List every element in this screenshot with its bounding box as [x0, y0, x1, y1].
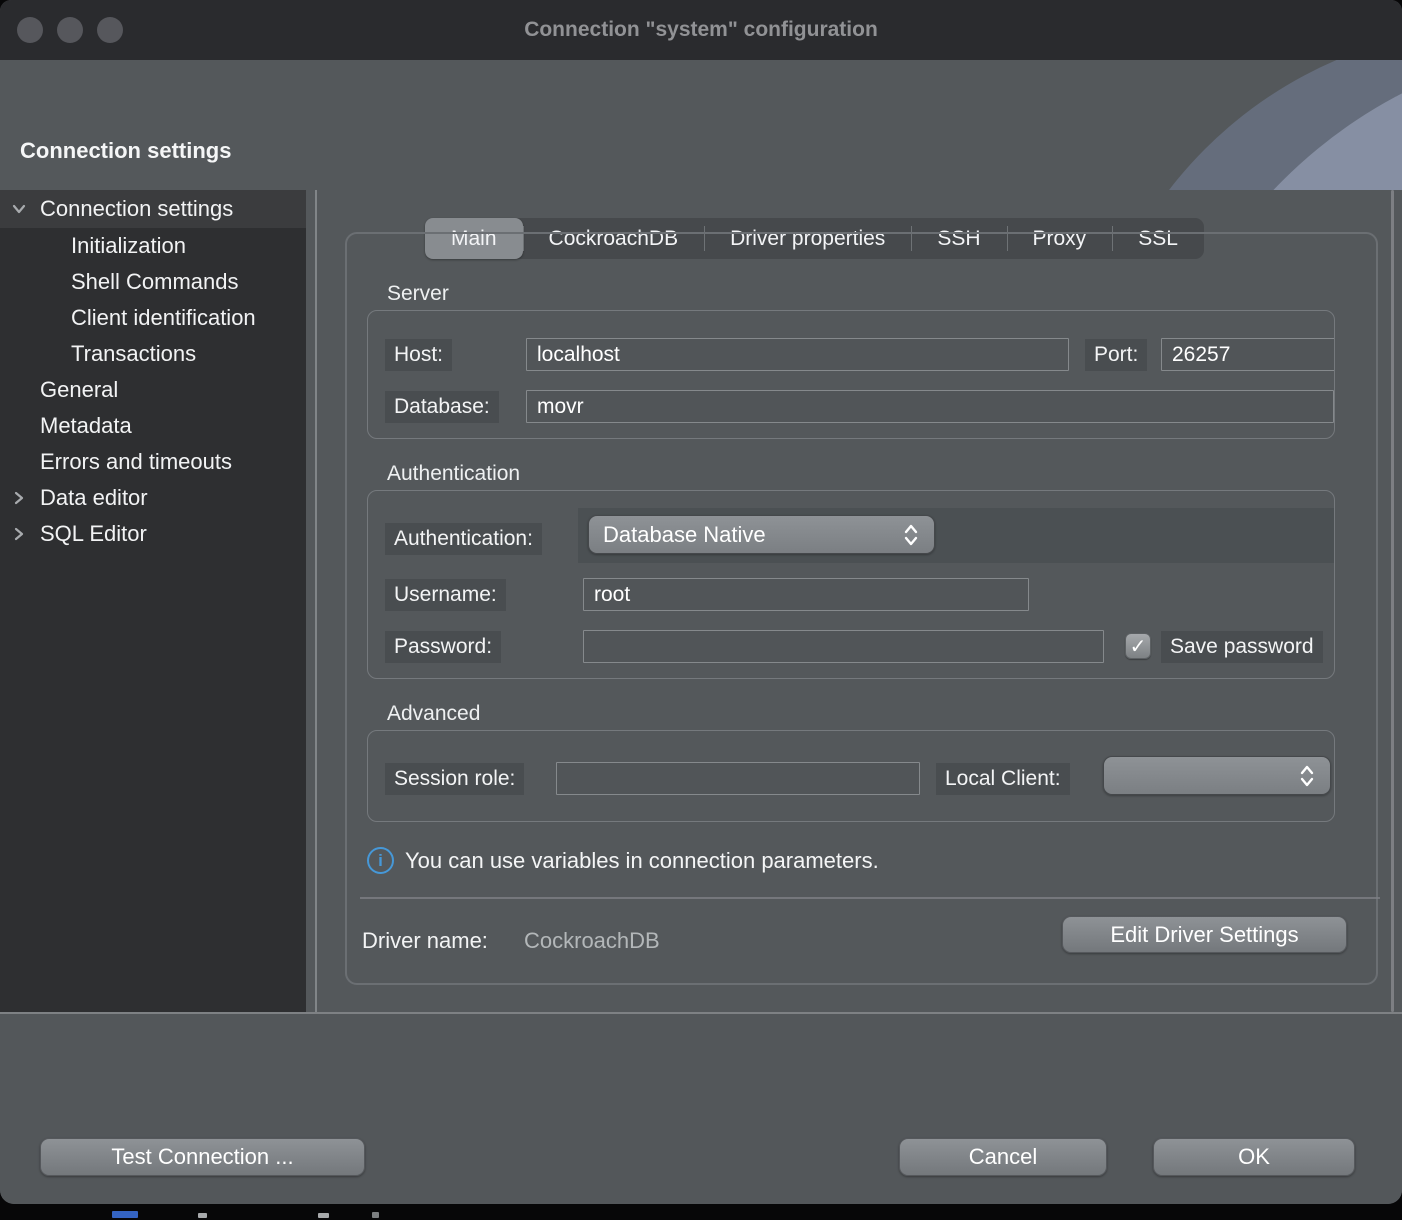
- ok-button[interactable]: OK: [1153, 1138, 1355, 1176]
- driver-name-value: CockroachDB: [524, 928, 660, 954]
- main-tab-panel: Server Host: Port: Database: Authenticat…: [345, 232, 1378, 985]
- sidebar-item-errors-and-timeouts[interactable]: Errors and timeouts: [0, 444, 306, 480]
- session-role-label: Session role:: [385, 763, 524, 795]
- titlebar: Connection "system" configuration: [0, 0, 1402, 60]
- info-icon: i: [367, 847, 394, 874]
- session-role-input[interactable]: [556, 762, 920, 795]
- sidebar-item-initialization[interactable]: Initialization: [0, 228, 306, 264]
- desktop-fragment: [198, 1213, 207, 1218]
- password-label: Password:: [385, 631, 501, 663]
- sidebar-item-general[interactable]: General: [0, 372, 306, 408]
- save-password-checkbox[interactable]: ✓: [1125, 633, 1151, 659]
- sidebar-item-label: Errors and timeouts: [0, 449, 232, 475]
- desktop-fragment: [112, 1211, 138, 1218]
- password-input[interactable]: [583, 630, 1104, 663]
- desktop-fragment: [372, 1212, 379, 1218]
- chevron-down-icon[interactable]: [9, 199, 29, 219]
- connection-configuration-dialog: Connection "system" configuration Connec…: [0, 0, 1402, 1204]
- sidebar-item-transactions[interactable]: Transactions: [0, 336, 306, 372]
- sidebar-item-connection-settings[interactable]: Connection settings: [0, 190, 306, 228]
- authentication-group: Authentication: Database Native Username…: [367, 490, 1335, 679]
- database-label: Database:: [385, 391, 499, 423]
- host-label: Host:: [385, 339, 452, 371]
- authentication-section-label: Authentication: [387, 462, 520, 486]
- sidebar-item-label: Client identification: [0, 305, 256, 331]
- test-connection-button[interactable]: Test Connection ...: [40, 1138, 365, 1176]
- local-client-select[interactable]: [1103, 756, 1331, 795]
- window-title: Connection "system" configuration: [0, 0, 1402, 60]
- updown-chevrons-icon: [1298, 763, 1316, 789]
- local-client-label: Local Client:: [936, 763, 1070, 795]
- sidebar-item-label: Metadata: [0, 413, 132, 439]
- sidebar-item-label: General: [0, 377, 118, 403]
- sidebar-item-label: Initialization: [0, 233, 186, 259]
- host-input[interactable]: [526, 338, 1069, 371]
- page-title: Connection settings: [20, 138, 231, 164]
- settings-tree: Connection settings Initialization Shell…: [0, 190, 318, 1012]
- updown-chevrons-icon: [902, 522, 920, 548]
- info-message: You can use variables in connection para…: [405, 847, 879, 875]
- cancel-button[interactable]: Cancel: [899, 1138, 1107, 1176]
- sidebar-item-metadata[interactable]: Metadata: [0, 408, 306, 444]
- checkmark-icon: ✓: [1130, 634, 1147, 659]
- driver-name-label: Driver name:: [362, 928, 488, 954]
- sidebar-item-label: Shell Commands: [0, 269, 239, 295]
- username-input[interactable]: [583, 578, 1029, 611]
- port-input[interactable]: [1161, 338, 1335, 371]
- sidebar-item-label: Transactions: [0, 341, 196, 367]
- database-input[interactable]: [526, 390, 1334, 423]
- dialog-content: Connection settings Initialization Shell…: [0, 190, 1402, 1012]
- sidebar-item-client-identification[interactable]: Client identification: [0, 300, 306, 336]
- dialog-header: Connection settings CockroachDB connecti…: [0, 60, 1402, 190]
- authentication-selected-value: Database Native: [603, 522, 894, 548]
- advanced-section-label: Advanced: [387, 702, 480, 726]
- chevron-right-icon[interactable]: [9, 488, 29, 508]
- sidebar-divider: [315, 190, 317, 1012]
- dialog-footer: Test Connection ... Cancel OK: [0, 1012, 1402, 1204]
- desktop-fragment: [318, 1213, 329, 1218]
- chevron-right-icon[interactable]: [9, 524, 29, 544]
- driver-divider: [360, 897, 1380, 899]
- server-group: Host: Port: Database:: [367, 310, 1335, 439]
- sidebar-item-label: Connection settings: [0, 196, 233, 222]
- edit-driver-settings-button[interactable]: Edit Driver Settings: [1062, 916, 1347, 953]
- authentication-select[interactable]: Database Native: [588, 515, 935, 554]
- save-password-label: Save password: [1161, 631, 1323, 663]
- sidebar-item-data-editor[interactable]: Data editor: [0, 480, 306, 516]
- username-label: Username:: [385, 579, 506, 611]
- main-area: Main CockroachDB Driver properties SSH P…: [318, 190, 1402, 1012]
- scrollbar[interactable]: [1391, 190, 1394, 1012]
- decorative-arcs: [1072, 60, 1402, 190]
- sidebar-item-sql-editor[interactable]: SQL Editor: [0, 516, 306, 552]
- advanced-group: Session role: Local Client:: [367, 730, 1335, 822]
- authentication-label: Authentication:: [385, 523, 542, 555]
- port-label: Port:: [1085, 339, 1147, 371]
- server-section-label: Server: [387, 282, 449, 306]
- sidebar-item-shell-commands[interactable]: Shell Commands: [0, 264, 306, 300]
